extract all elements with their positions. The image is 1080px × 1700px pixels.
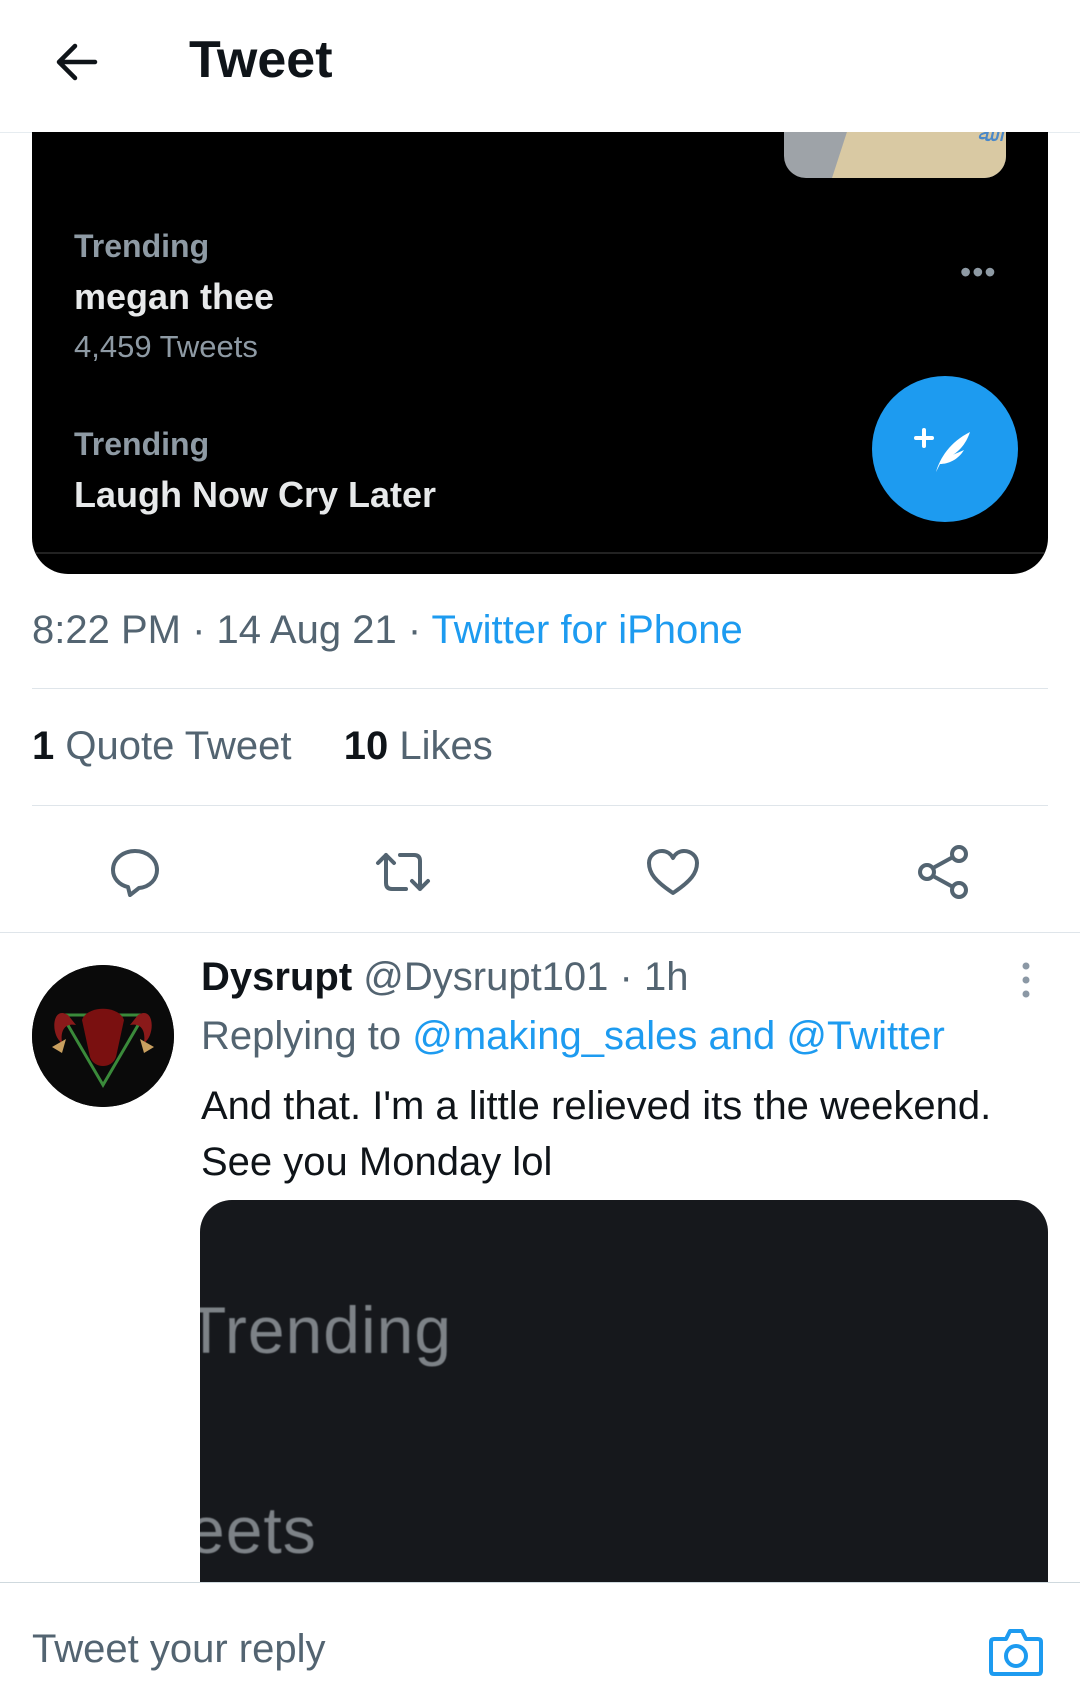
trend-label: Trending bbox=[74, 426, 210, 462]
tweet-stats: 1 Quote Tweet 10 Likes bbox=[32, 724, 493, 769]
reply-time: 1h bbox=[643, 955, 689, 999]
tweet-image[interactable]: ﷲ ••• Trending megan thee 4,459 Tweets T… bbox=[32, 132, 1048, 574]
more-horizontal-icon: ••• bbox=[960, 254, 997, 290]
compose-feather-icon bbox=[872, 376, 1018, 522]
trend-count: 4,459 Tweets bbox=[74, 329, 258, 364]
like-icon[interactable] bbox=[641, 840, 705, 904]
tweet-meta: 8:22 PM · 14 Aug 21 · Twitter for iPhone bbox=[32, 608, 743, 653]
page-title: Tweet bbox=[189, 31, 333, 89]
divider bbox=[32, 552, 1048, 554]
quote-tweets-link[interactable]: 1 Quote Tweet bbox=[32, 724, 291, 768]
trend-label: Trending bbox=[74, 228, 210, 264]
back-arrow-icon[interactable] bbox=[44, 30, 108, 94]
reply-image[interactable]: Trending eets bbox=[200, 1200, 1048, 1600]
reply-author-handle[interactable]: @Dysrupt101 bbox=[363, 955, 608, 999]
trend-thumbnail: ﷲ bbox=[784, 132, 1006, 178]
media-text: Trending bbox=[200, 1293, 453, 1367]
reply-text: And that. I'm a little relieved its the … bbox=[201, 1084, 992, 1184]
reply-input[interactable]: Tweet your reply bbox=[32, 1627, 325, 1672]
more-vertical-icon[interactable] bbox=[1014, 960, 1038, 1000]
replying-to: Replying to @making_sales and @Twitter bbox=[201, 1014, 945, 1059]
likes-link[interactable]: 10 Likes bbox=[344, 724, 493, 768]
replying-to-links[interactable]: @making_sales and @Twitter bbox=[412, 1014, 945, 1058]
reply-header: Dysrupt @Dysrupt101 · 1h bbox=[201, 955, 688, 1000]
divider bbox=[32, 688, 1048, 689]
tweet-source-link[interactable]: Twitter for iPhone bbox=[432, 608, 743, 652]
avatar[interactable] bbox=[32, 965, 174, 1107]
share-icon[interactable] bbox=[911, 840, 975, 904]
camera-icon[interactable] bbox=[988, 1625, 1044, 1677]
media-text: eets bbox=[200, 1493, 317, 1567]
top-bar bbox=[0, 0, 1080, 133]
tweet-time: 8:22 PM bbox=[32, 608, 181, 652]
separator: · bbox=[180, 608, 217, 652]
reply-icon[interactable] bbox=[103, 840, 167, 904]
separator: · bbox=[608, 955, 644, 999]
trend-topic: megan thee bbox=[74, 276, 275, 317]
reply-author-name[interactable]: Dysrupt bbox=[201, 955, 352, 999]
retweet-icon[interactable] bbox=[371, 840, 435, 904]
separator: · bbox=[396, 608, 432, 652]
trend-topic: Laugh Now Cry Later bbox=[74, 474, 437, 515]
divider bbox=[0, 932, 1080, 933]
replying-prefix: Replying to bbox=[201, 1014, 413, 1058]
tweet-date: 14 Aug 21 bbox=[216, 608, 397, 652]
divider bbox=[32, 805, 1048, 806]
